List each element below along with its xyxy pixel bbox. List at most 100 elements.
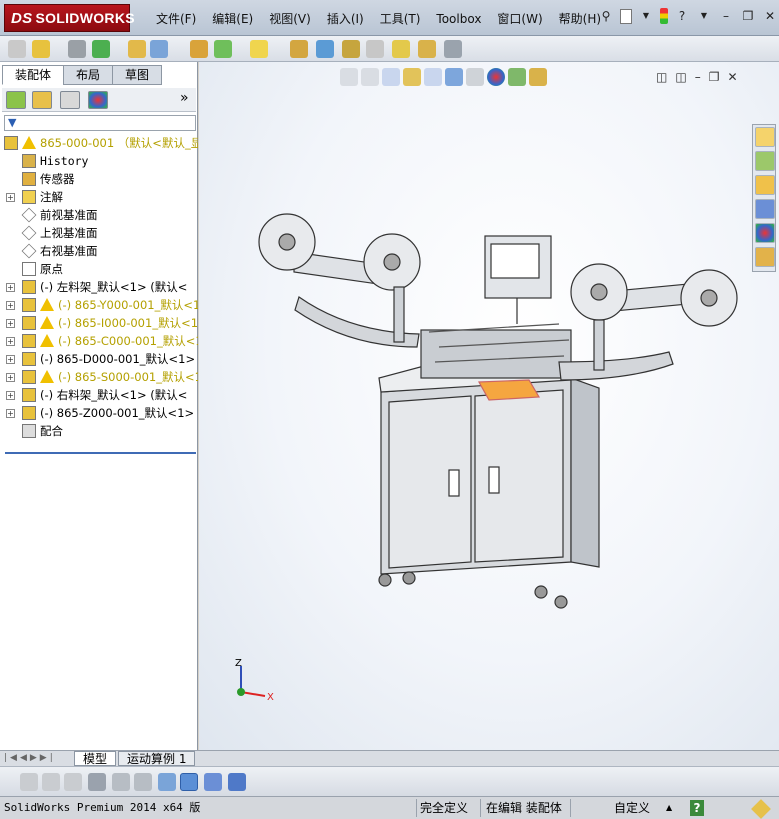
home-icon[interactable] xyxy=(755,127,775,147)
tree-item[interactable]: + (-) 865-D000-001_默认<1> xyxy=(0,350,198,368)
tree-rollback-bar[interactable] xyxy=(5,452,196,454)
property-manager-icon[interactable] xyxy=(32,91,52,109)
motion-analysis-icon[interactable] xyxy=(64,773,82,791)
help-icon[interactable]: ? xyxy=(674,8,690,24)
menu-file[interactable]: 文件(F) xyxy=(148,9,204,29)
tab-motion-study[interactable]: 运动算例 1 xyxy=(118,751,196,766)
expand-toggle-icon[interactable]: + xyxy=(6,283,15,292)
tree-root-item[interactable]: 865-000-001 （默认<默认_显 xyxy=(0,134,198,152)
menu-tools[interactable]: 工具(T) xyxy=(372,9,429,29)
traffic-light-icon[interactable] xyxy=(660,8,668,24)
tree-item[interactable]: + 注解 xyxy=(0,188,198,206)
tree-item[interactable]: + (-) 865-C000-001_默认<1 xyxy=(0,332,198,350)
menu-edit[interactable]: 编辑(E) xyxy=(204,9,261,29)
expand-chevron-icon[interactable]: » xyxy=(180,90,189,106)
expand-toggle-icon[interactable]: + xyxy=(6,337,15,346)
interference-icon[interactable] xyxy=(392,40,410,58)
tree-item[interactable]: 右视基准面 xyxy=(0,242,198,260)
dropdown-arrow-icon[interactable]: ▼ xyxy=(696,8,712,24)
tree-item[interactable]: + (-) 865-I000-001_默认<1 xyxy=(0,314,198,332)
tree-item[interactable]: + (-) 左料架_默认<1> (默认< xyxy=(0,278,198,296)
tree-item[interactable]: 原点 xyxy=(0,260,198,278)
tree-item[interactable]: 前视基准面 xyxy=(0,206,198,224)
tree-item[interactable]: History xyxy=(0,152,198,170)
smart-fasteners-icon[interactable] xyxy=(190,40,208,58)
view-settings-icon[interactable] xyxy=(529,68,547,86)
apply-scene-icon[interactable] xyxy=(508,68,526,86)
feature-manager-icon[interactable] xyxy=(6,91,26,109)
edit-appearance-icon[interactable] xyxy=(487,68,505,86)
tree-item[interactable]: + (-) 865-Z000-001_默认<1> xyxy=(0,404,198,422)
tab-scroll-arrows-icon[interactable]: |◀◀▶▶| xyxy=(4,753,56,763)
rotate-component-icon[interactable] xyxy=(150,40,168,58)
view-orientation-icon[interactable] xyxy=(424,68,442,86)
tree-item[interactable]: 配合 xyxy=(0,422,198,440)
mate-icon[interactable] xyxy=(92,40,110,58)
units-arrow-icon[interactable]: ▲ xyxy=(666,800,672,816)
display-manager-icon[interactable] xyxy=(88,91,108,109)
3d-view-icon[interactable] xyxy=(180,773,198,791)
tab-sketch[interactable]: 草图 xyxy=(112,65,163,85)
assembly-features-icon[interactable] xyxy=(214,40,232,58)
table-icon[interactable] xyxy=(204,773,222,791)
tab-model[interactable]: 模型 xyxy=(74,751,117,766)
move-component-icon[interactable] xyxy=(128,40,146,58)
new-motion-study-icon[interactable] xyxy=(290,40,308,58)
expand-toggle-icon[interactable]: + xyxy=(6,193,15,202)
solidworks-logo[interactable]: DS SOLIDWORKS xyxy=(4,4,135,32)
tab-assembly[interactable]: 装配体 xyxy=(2,65,65,85)
menu-toolbox[interactable]: Toolbox xyxy=(428,9,489,29)
instant3d-icon[interactable] xyxy=(444,40,462,58)
tree-item[interactable]: 上视基准面 xyxy=(0,224,198,242)
expand-toggle-icon[interactable]: + xyxy=(6,355,15,364)
exploded-view-icon[interactable] xyxy=(342,40,360,58)
appearances-icon[interactable] xyxy=(755,223,775,243)
tab-layout[interactable]: 布局 xyxy=(63,65,114,85)
configuration-manager-icon[interactable] xyxy=(60,91,80,109)
bill-of-materials-icon[interactable] xyxy=(316,40,334,58)
units-menu[interactable]: 自定义 xyxy=(614,800,650,816)
menu-insert[interactable]: 插入(I) xyxy=(319,9,372,29)
expand-toggle-icon[interactable]: + xyxy=(6,319,15,328)
reference-geometry-icon[interactable] xyxy=(250,40,268,58)
insert-component-icon[interactable] xyxy=(32,40,50,58)
zoom-to-fit-icon[interactable] xyxy=(340,68,358,86)
grid-icon[interactable] xyxy=(112,773,130,791)
viewport-split2-icon[interactable]: ◫ xyxy=(675,70,686,84)
display-style-icon[interactable] xyxy=(445,68,463,86)
expand-toggle-icon[interactable]: + xyxy=(6,373,15,382)
axis-icon[interactable] xyxy=(158,773,176,791)
animation-icon[interactable] xyxy=(20,773,38,791)
paperclip-icon[interactable] xyxy=(68,40,86,58)
list-icon[interactable] xyxy=(88,773,106,791)
dropdown-arrow-icon[interactable]: ▼ xyxy=(638,8,654,24)
explode-line-icon[interactable] xyxy=(366,40,384,58)
viewport-split-icon[interactable]: ◫ xyxy=(656,70,667,84)
design-library-icon[interactable] xyxy=(755,151,775,171)
restore-icon[interactable]: ❐ xyxy=(740,8,756,24)
viewport-close-icon[interactable]: ✕ xyxy=(727,70,737,84)
timeline-icon[interactable] xyxy=(134,773,152,791)
graphics-viewport[interactable]: Z X xyxy=(199,62,779,750)
tree-item[interactable]: + (-) 865-Y000-001_默认<1 xyxy=(0,296,198,314)
expand-toggle-icon[interactable]: + xyxy=(6,301,15,310)
menu-view[interactable]: 视图(V) xyxy=(261,9,319,29)
basic-motion-icon[interactable] xyxy=(42,773,60,791)
section-view-icon[interactable] xyxy=(403,68,421,86)
tag-icon[interactable] xyxy=(751,799,771,819)
expand-toggle-icon[interactable]: + xyxy=(6,409,15,418)
file-explorer-icon[interactable] xyxy=(755,175,775,195)
new-document-icon[interactable] xyxy=(620,8,632,24)
viewport-restore-icon[interactable]: ❐ xyxy=(709,70,720,84)
close-icon[interactable]: ✕ xyxy=(762,8,778,24)
save-view-icon[interactable] xyxy=(228,773,246,791)
part-icon[interactable] xyxy=(8,40,26,58)
clearance-icon[interactable] xyxy=(418,40,436,58)
hide-show-items-icon[interactable] xyxy=(466,68,484,86)
menu-window[interactable]: 窗口(W) xyxy=(489,9,550,29)
zoom-area-icon[interactable] xyxy=(361,68,379,86)
tree-item[interactable]: + (-) 右料架_默认<1> (默认< xyxy=(0,386,198,404)
view-palette-icon[interactable] xyxy=(755,199,775,219)
custom-properties-icon[interactable] xyxy=(755,247,775,267)
expand-toggle-icon[interactable]: + xyxy=(6,391,15,400)
